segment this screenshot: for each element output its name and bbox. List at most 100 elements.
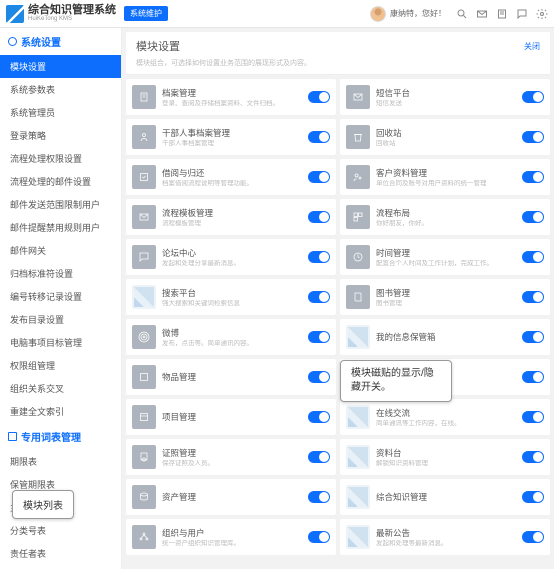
search-icon[interactable]: [456, 8, 468, 20]
module-card: 在线交流简单通讯等工作内容，在线。: [340, 399, 550, 435]
module-card: 搜索平台强大搜索和关键词检索信息: [126, 279, 336, 315]
module-toggle[interactable]: [522, 171, 544, 183]
sidebar-item[interactable]: 邮件提醒禁用规则用户: [0, 216, 121, 239]
sidebar-item[interactable]: 编号转移记录设置: [0, 285, 121, 308]
book-icon: [8, 432, 17, 441]
module-card: 时间管理配置合个人时间及工作计划，完成工作。: [340, 239, 550, 275]
module-desc: 简单通讯等工作内容，在线。: [376, 420, 516, 428]
module-title: 在线交流: [376, 407, 516, 419]
module-card: 论坛中心发起和处理分享最新消息。: [126, 239, 336, 275]
module-toggle[interactable]: [308, 291, 330, 303]
header-actions: [456, 8, 548, 20]
sidebar-item[interactable]: 组织关系交叉: [0, 377, 121, 400]
user-info[interactable]: 康纳特，您好！: [370, 6, 446, 22]
sidebar: 系统设置 模块设置系统参数表系统管理员登录策略流程处理权限设置流程处理的邮件设置…: [0, 28, 122, 569]
module-toggle[interactable]: [308, 251, 330, 263]
page-subtitle: 模块组合，可选择如何设置业务范围的展现形式及内容。: [136, 58, 540, 68]
note-icon[interactable]: [496, 8, 508, 20]
module-title: 客户资料管理: [376, 167, 516, 179]
chat-icon[interactable]: [516, 8, 528, 20]
module-desc: 流程模板管理: [162, 220, 302, 228]
module-title: 资料台: [376, 447, 516, 459]
sidebar-item[interactable]: 邮件网关: [0, 239, 121, 262]
sidebar-item[interactable]: 责任者表: [0, 542, 121, 565]
module-desc: 登录、查阅及存储档案资料、文件归档。: [162, 100, 302, 108]
module-desc: 统一资产组织知识管理库。: [162, 540, 302, 548]
module-toggle[interactable]: [522, 331, 544, 343]
module-toggle[interactable]: [522, 91, 544, 103]
module-title: 物品管理: [162, 371, 302, 383]
module-title: 证照管理: [162, 447, 302, 459]
sidebar-item[interactable]: 重建全文索引: [0, 400, 121, 423]
sidebar-item[interactable]: 系统管理员: [0, 101, 121, 124]
module-desc: 干部人事档案管理: [162, 140, 302, 148]
close-button[interactable]: 关闭: [524, 41, 540, 52]
module-card: 证照管理保存证照及人员。: [126, 439, 336, 475]
sidebar-item[interactable]: 权限组管理: [0, 354, 121, 377]
mail-icon[interactable]: [476, 8, 488, 20]
ann-icon: [346, 525, 370, 549]
module-card: 干部人事档案管理干部人事档案管理: [126, 119, 336, 155]
module-toggle[interactable]: [308, 131, 330, 143]
module-toggle[interactable]: [308, 331, 330, 343]
module-toggle[interactable]: [522, 251, 544, 263]
sidebar-item[interactable]: 电脑事项目标管理: [0, 331, 121, 354]
module-toggle[interactable]: [522, 451, 544, 463]
module-toggle[interactable]: [522, 131, 544, 143]
module-toggle[interactable]: [522, 531, 544, 543]
module-desc: 强大搜索和关键词检索信息: [162, 300, 302, 308]
sidebar-item[interactable]: 系统参数表: [0, 78, 121, 101]
module-toggle[interactable]: [522, 211, 544, 223]
sidebar-item[interactable]: 模块设置: [0, 55, 121, 78]
module-toggle[interactable]: [308, 91, 330, 103]
module-title: 时间管理: [376, 247, 516, 259]
module-toggle[interactable]: [308, 171, 330, 183]
sidebar-item[interactable]: 流程处理权限设置: [0, 147, 121, 170]
sidebar-item[interactable]: 登录策略: [0, 124, 121, 147]
box-icon: [346, 325, 370, 349]
sidebar-item[interactable]: 全宗号表: [0, 565, 121, 569]
sidebar-item[interactable]: 期限表: [0, 450, 121, 473]
lay-icon: [346, 205, 370, 229]
module-toggle[interactable]: [308, 211, 330, 223]
module-toggle[interactable]: [522, 491, 544, 503]
module-desc: 发布，点击等。简单通讯内容。: [162, 340, 302, 348]
res-icon: [346, 445, 370, 469]
sidebar-item[interactable]: 归档标准符设置: [0, 262, 121, 285]
module-toggle[interactable]: [522, 411, 544, 423]
module-card: 图书管理图书管理: [340, 279, 550, 315]
module-title: 我的信息保管箱: [376, 331, 516, 343]
module-desc: 发起和处理分享最新消息。: [162, 260, 302, 268]
module-title: 搜索平台: [162, 287, 302, 299]
module-toggle[interactable]: [308, 451, 330, 463]
page-title: 模块设置: [136, 38, 180, 54]
module-desc: 单位合同及账号对用户资料的统一管理: [376, 180, 516, 188]
sidebar-item[interactable]: 发布目录设置: [0, 308, 121, 331]
app-title: 综合知识管理系统: [28, 5, 116, 16]
gear-icon[interactable]: [536, 8, 548, 20]
module-card: 最新公告发起和处理等最新消息。: [340, 519, 550, 555]
module-toggle[interactable]: [522, 371, 544, 383]
sidebar-item[interactable]: 邮件发送范围限制用户: [0, 193, 121, 216]
msg-icon: [346, 85, 370, 109]
app-subtitle: HuiKeTong KMS: [28, 16, 116, 22]
module-title: 资产管理: [162, 491, 302, 503]
module-toggle[interactable]: [522, 291, 544, 303]
module-toggle[interactable]: [308, 411, 330, 423]
module-desc: 你好朋友，你好。: [376, 220, 516, 228]
flow-icon: [132, 205, 156, 229]
module-title: 流程模板管理: [162, 207, 302, 219]
sidebar-item[interactable]: 流程处理的邮件设置: [0, 170, 121, 193]
header-badge[interactable]: 系统维护: [124, 6, 168, 21]
module-desc: 档案借阅流程说明等管理功能。: [162, 180, 302, 188]
module-desc: 短信发送: [376, 100, 516, 108]
module-title: 项目管理: [162, 411, 302, 423]
module-title: 组织与用户: [162, 527, 302, 539]
sidebar-item[interactable]: 分类号表: [0, 519, 121, 542]
module-toggle[interactable]: [308, 371, 330, 383]
module-toggle[interactable]: [308, 491, 330, 503]
module-title: 干部人事档案管理: [162, 127, 302, 139]
module-toggle[interactable]: [308, 531, 330, 543]
user-greeting: 康纳特，您好！: [390, 8, 446, 19]
module-title: 档案管理: [162, 87, 302, 99]
